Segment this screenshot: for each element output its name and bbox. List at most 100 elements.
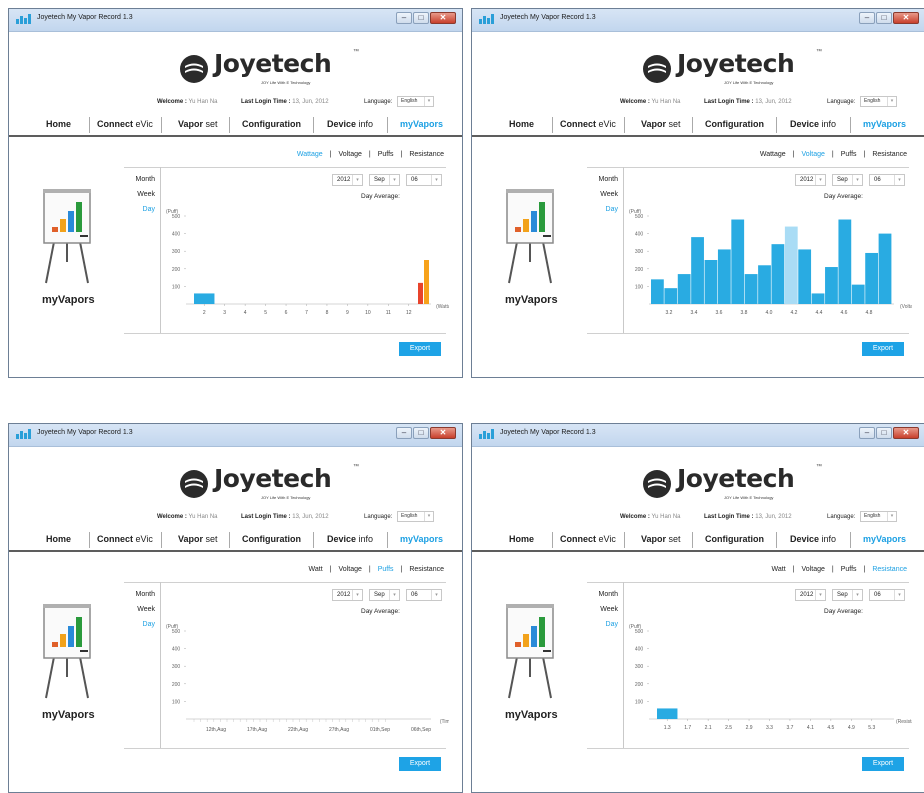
bar[interactable] xyxy=(878,233,892,304)
bar[interactable] xyxy=(744,274,758,304)
year-select[interactable]: 2012 ▾ xyxy=(795,174,826,186)
nav-device-info[interactable]: Device info xyxy=(790,119,836,129)
month-select[interactable]: Sep ▾ xyxy=(832,174,863,186)
tab-voltage[interactable]: Voltage xyxy=(339,151,362,158)
tab-watt[interactable]: Watt xyxy=(772,566,786,573)
tab-resistance[interactable]: Resistance xyxy=(872,566,907,573)
nav-connect-evic[interactable]: Connect eVic xyxy=(560,119,616,129)
close-button[interactable]: ✕ xyxy=(430,12,456,24)
nav-vapor-set[interactable]: Vapor set xyxy=(641,534,681,544)
bar[interactable] xyxy=(771,244,785,304)
nav-vapor-set[interactable]: Vapor set xyxy=(178,534,218,544)
bar[interactable] xyxy=(194,293,215,304)
tab-voltage[interactable]: Voltage xyxy=(802,151,825,158)
close-button[interactable]: ✕ xyxy=(893,427,919,439)
title-bar[interactable]: Joyetech My Vapor Record 1.3 – □ ✕ xyxy=(472,9,924,32)
tab-voltage[interactable]: Voltage xyxy=(802,566,825,573)
tab-resistance[interactable]: Resistance xyxy=(872,151,907,158)
tab-resistance[interactable]: Resistance xyxy=(409,151,444,158)
bar[interactable] xyxy=(731,219,745,304)
period-day[interactable]: Day xyxy=(115,206,155,213)
year-select[interactable]: 2012 ▾ xyxy=(795,589,826,601)
bar[interactable] xyxy=(704,260,718,304)
tab-puffs[interactable]: Puffs xyxy=(378,151,394,158)
period-month[interactable]: Month xyxy=(578,176,618,183)
period-week[interactable]: Week xyxy=(578,606,618,613)
language-select[interactable]: English ▾ xyxy=(397,96,434,107)
bar[interactable] xyxy=(811,293,825,304)
maximize-button[interactable]: □ xyxy=(413,427,429,439)
maximize-button[interactable]: □ xyxy=(876,12,892,24)
nav-myvapors[interactable]: myVapors xyxy=(400,534,443,544)
period-day[interactable]: Day xyxy=(115,621,155,628)
bar[interactable] xyxy=(717,249,731,304)
language-select[interactable]: English ▾ xyxy=(397,511,434,522)
period-week[interactable]: Week xyxy=(115,606,155,613)
period-week[interactable]: Week xyxy=(578,191,618,198)
nav-configuration[interactable]: Configuration xyxy=(242,119,301,129)
nav-myvapors[interactable]: myVapors xyxy=(400,119,443,129)
export-button[interactable]: Export xyxy=(399,342,441,356)
tab-resistance[interactable]: Resistance xyxy=(409,566,444,573)
bar[interactable] xyxy=(784,226,798,304)
bar[interactable] xyxy=(418,282,423,304)
close-button[interactable]: ✕ xyxy=(893,12,919,24)
year-select[interactable]: 2012 ▾ xyxy=(332,174,363,186)
tab-voltage[interactable]: Voltage xyxy=(339,566,362,573)
minimize-button[interactable]: – xyxy=(859,12,875,24)
bar[interactable] xyxy=(664,288,678,304)
minimize-button[interactable]: – xyxy=(396,427,412,439)
month-select[interactable]: Sep ▾ xyxy=(369,174,400,186)
bar[interactable] xyxy=(657,708,678,719)
period-week[interactable]: Week xyxy=(115,191,155,198)
nav-device-info[interactable]: Device info xyxy=(327,534,373,544)
nav-myvapors[interactable]: myVapors xyxy=(863,119,906,129)
bar[interactable] xyxy=(677,274,691,304)
nav-home[interactable]: Home xyxy=(509,534,534,544)
month-select[interactable]: Sep ▾ xyxy=(832,589,863,601)
day-select[interactable]: 06 ▾ xyxy=(869,174,905,186)
title-bar[interactable]: Joyetech My Vapor Record 1.3 – □ ✕ xyxy=(472,424,924,447)
nav-connect-evic[interactable]: Connect eVic xyxy=(97,119,153,129)
tab-puffs[interactable]: Puffs xyxy=(841,151,857,158)
bar[interactable] xyxy=(798,249,812,304)
bar[interactable] xyxy=(838,219,852,304)
bar[interactable] xyxy=(851,284,865,304)
period-day[interactable]: Day xyxy=(578,621,618,628)
nav-myvapors[interactable]: myVapors xyxy=(863,534,906,544)
day-select[interactable]: 06 ▾ xyxy=(406,174,442,186)
title-bar[interactable]: Joyetech My Vapor Record 1.3 – □ ✕ xyxy=(9,424,462,447)
period-day[interactable]: Day xyxy=(578,206,618,213)
tab-puffs[interactable]: Puffs xyxy=(378,566,394,573)
bar[interactable] xyxy=(424,260,429,304)
export-button[interactable]: Export xyxy=(399,757,441,771)
language-select[interactable]: English ▾ xyxy=(860,96,897,107)
bar[interactable] xyxy=(651,279,664,304)
period-month[interactable]: Month xyxy=(115,591,155,598)
nav-connect-evic[interactable]: Connect eVic xyxy=(560,534,616,544)
nav-home[interactable]: Home xyxy=(509,119,534,129)
tab-wattage[interactable]: Wattage xyxy=(760,151,786,158)
nav-home[interactable]: Home xyxy=(46,119,71,129)
minimize-button[interactable]: – xyxy=(396,12,412,24)
close-button[interactable]: ✕ xyxy=(430,427,456,439)
minimize-button[interactable]: – xyxy=(859,427,875,439)
bar[interactable] xyxy=(691,237,704,304)
maximize-button[interactable]: □ xyxy=(876,427,892,439)
nav-configuration[interactable]: Configuration xyxy=(705,534,764,544)
bar[interactable] xyxy=(758,265,771,304)
year-select[interactable]: 2012 ▾ xyxy=(332,589,363,601)
tab-puffs[interactable]: Puffs xyxy=(841,566,857,573)
tab-watt[interactable]: Watt xyxy=(309,566,323,573)
nav-home[interactable]: Home xyxy=(46,534,71,544)
maximize-button[interactable]: □ xyxy=(413,12,429,24)
language-select[interactable]: English ▾ xyxy=(860,511,897,522)
bar[interactable] xyxy=(865,252,879,304)
nav-connect-evic[interactable]: Connect eVic xyxy=(97,534,153,544)
export-button[interactable]: Export xyxy=(862,342,904,356)
nav-configuration[interactable]: Configuration xyxy=(705,119,764,129)
day-select[interactable]: 06 ▾ xyxy=(869,589,905,601)
nav-vapor-set[interactable]: Vapor set xyxy=(641,119,681,129)
nav-device-info[interactable]: Device info xyxy=(327,119,373,129)
title-bar[interactable]: Joyetech My Vapor Record 1.3 – □ ✕ xyxy=(9,9,462,32)
